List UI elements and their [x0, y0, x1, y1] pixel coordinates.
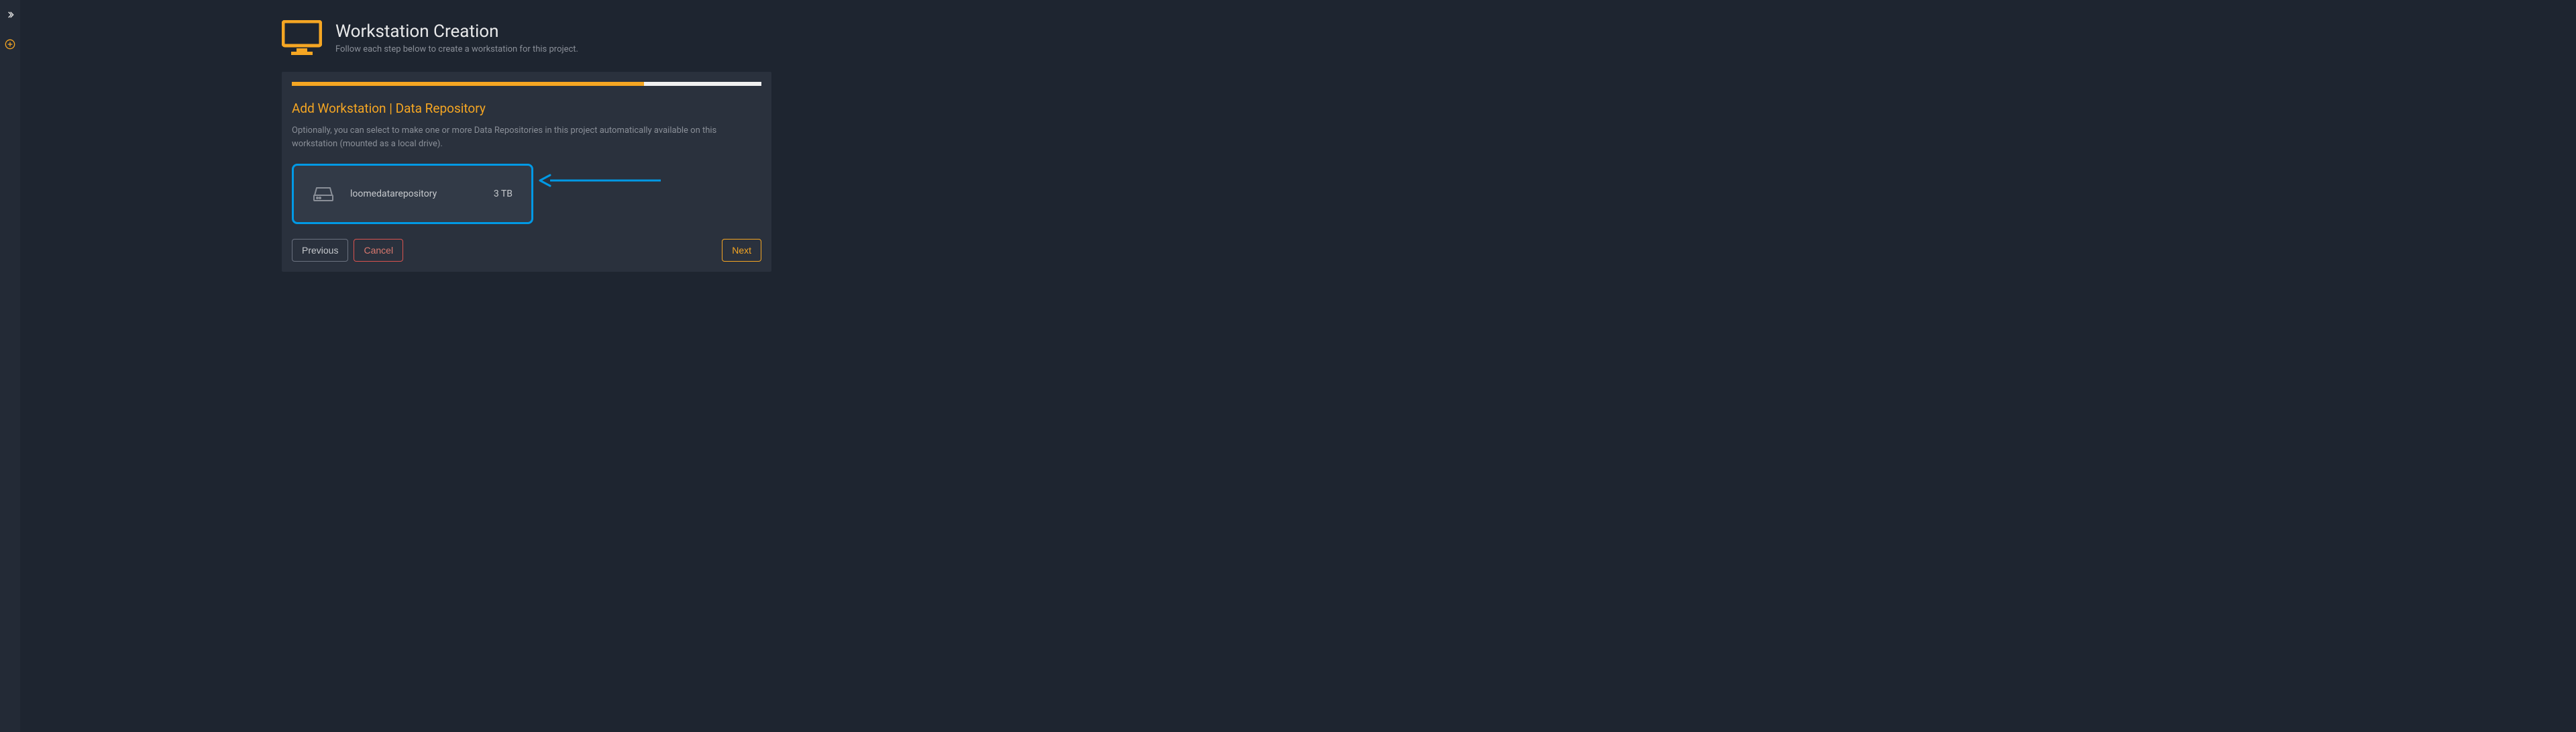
- header-text: Workstation Creation Follow each step be…: [335, 21, 578, 54]
- next-button[interactable]: Next: [722, 239, 761, 262]
- storage-icon: [313, 186, 334, 202]
- section-description: Optionally, you can select to make one o…: [292, 124, 761, 150]
- wizard-card: Add Workstation | Data Repository Option…: [282, 72, 771, 272]
- page-subtitle: Follow each step below to create a works…: [335, 44, 578, 54]
- sidebar: [0, 0, 20, 732]
- progress-bar: [292, 82, 761, 86]
- page-header: Workstation Creation Follow each step be…: [282, 20, 771, 55]
- repository-size: 3 TB: [494, 189, 513, 199]
- button-row: Previous Cancel Next: [292, 239, 761, 262]
- cancel-button[interactable]: Cancel: [354, 239, 403, 262]
- main-content: Workstation Creation Follow each step be…: [282, 20, 771, 272]
- add-icon[interactable]: [5, 39, 15, 50]
- section-title: Add Workstation | Data Repository: [292, 101, 761, 116]
- button-group-left: Previous Cancel: [292, 239, 403, 262]
- repository-item[interactable]: loomedatarepository 3 TB: [292, 164, 533, 224]
- progress-fill: [292, 82, 644, 86]
- monitor-icon: [282, 20, 322, 55]
- previous-button[interactable]: Previous: [292, 239, 348, 262]
- repository-name: loomedatarepository: [350, 189, 478, 199]
- chevron-right-icon[interactable]: [5, 10, 15, 22]
- page-title: Workstation Creation: [335, 21, 578, 42]
